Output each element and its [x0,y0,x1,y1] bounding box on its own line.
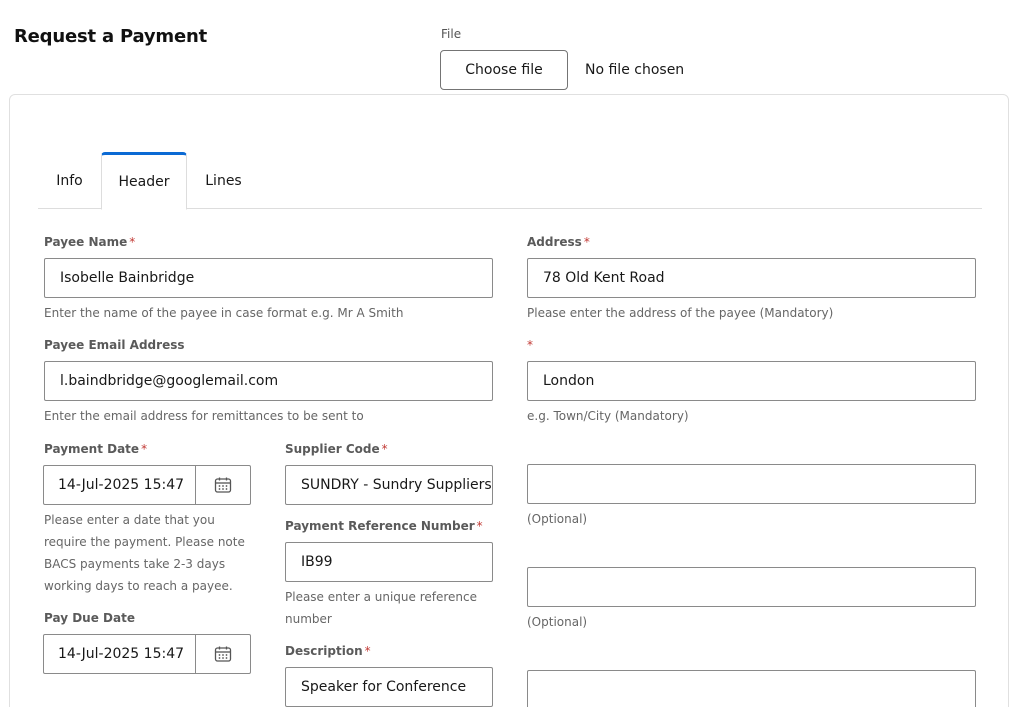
payee-email-label: Payee Email Address [44,338,185,352]
file-status: No file chosen [585,62,685,78]
address-line2-help: e.g. Town/City (Mandatory) [527,409,689,423]
payee-name-input[interactable]: Isobelle Bainbridge [44,258,493,298]
address-line5-input[interactable] [527,670,976,707]
address-line1-input[interactable]: 78 Old Kent Road [527,258,976,298]
payee-name-help: Enter the name of the payee in case form… [44,306,404,320]
supplier-code-label: Supplier Code * [285,442,388,456]
pay-due-date-input[interactable]: 14-Jul-2025 15:47 [44,635,195,673]
tab-info[interactable]: Info [38,152,101,209]
tab-header[interactable]: Header [101,152,187,210]
payment-date-help: Please enter a date that you require the… [44,513,245,593]
payment-date-label: Payment Date * [44,442,148,456]
page-title: Request a Payment [14,26,207,47]
required-mark: * [141,442,148,456]
payment-date-field: 14-Jul-2025 15:47 [43,465,251,505]
file-label: File [441,27,462,41]
payee-email-input[interactable]: l.baindbridge@googlemail.com [44,361,493,401]
description-input[interactable]: Speaker for Conference [285,667,493,707]
tab-lines[interactable]: Lines [187,152,260,209]
payee-name-label: Payee Name * [44,235,136,249]
payment-reference-input[interactable]: IB99 [285,542,493,582]
required-mark: * [583,235,590,249]
required-mark: * [527,338,533,352]
address-line3-help: (Optional) [527,512,588,526]
address-line4-help: (Optional) [527,615,588,629]
choose-file-button[interactable]: Choose file [440,50,568,90]
address-line2-label: * [527,338,533,352]
required-mark: * [381,442,388,456]
calendar-icon [214,646,232,662]
supplier-code-input[interactable]: SUNDRY - Sundry Suppliers [285,465,493,505]
address-label: Address * [527,235,590,249]
calendar-icon [214,477,232,493]
required-mark: * [364,644,371,658]
required-mark: * [129,235,136,249]
pay-due-date-label: Pay Due Date [44,611,135,625]
payment-date-input[interactable]: 14-Jul-2025 15:47 [44,466,195,504]
payment-reference-help: Please enter a unique reference number [285,590,478,626]
address-line4-input[interactable] [527,567,976,607]
pay-due-date-field: 14-Jul-2025 15:47 [43,634,251,674]
description-label: Description * [285,644,371,658]
address-line2-input[interactable]: London [527,361,976,401]
payment-reference-label: Payment Reference Number * [285,519,483,533]
pay-due-date-picker-button[interactable] [195,635,250,673]
payment-date-picker-button[interactable] [195,466,250,504]
address-line1-help: Please enter the address of the payee (M… [527,306,834,320]
payee-email-help: Enter the email address for remittances … [44,409,364,423]
tab-bar: Info Header Lines [38,152,982,210]
address-line3-input[interactable] [527,464,976,504]
required-mark: * [476,519,483,533]
